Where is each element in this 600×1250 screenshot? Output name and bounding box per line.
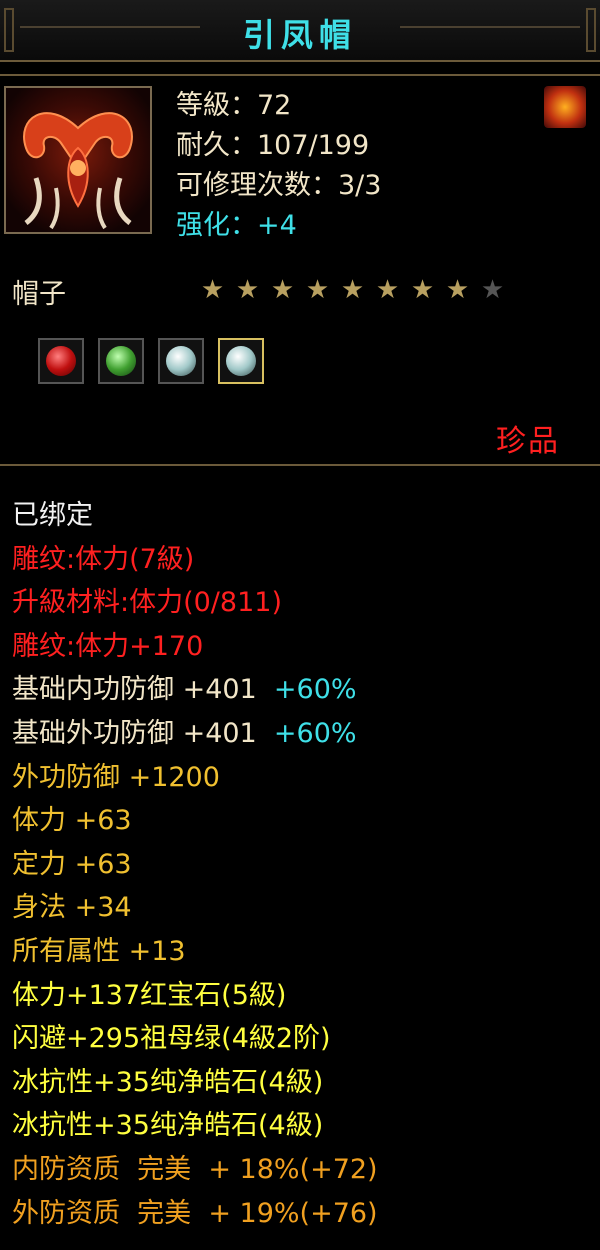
star-icon: ★ [305,275,330,305]
star-icon: ★ [340,275,365,305]
gem-slots [38,338,264,384]
star-icon: ★ [200,275,225,305]
attribute-text: 闪避+295祖母绿(4級2阶) [12,1023,331,1055]
title-bar-line-right [400,26,580,28]
item-enhance: 强化：+4 [176,210,297,241]
star-icon: ★ [410,275,435,305]
item-type: 帽子 [12,279,66,310]
attribute-text: 外防资质 完美 + 19%(+76) [12,1197,378,1229]
attribute-bonus: +60% [256,717,357,749]
attribute-text: 体力 +63 [12,805,132,837]
item-durability: 耐久：107/199 [176,130,370,161]
attribute-line: 已绑定 [12,494,378,538]
attribute-line: 身法 +34 [12,886,378,930]
item-stats: 等級：72 耐久：107/199 可修理次数：3/3 强化：+4 [176,86,381,246]
gem-slot[interactable] [38,338,84,384]
star-icon: ★ [445,275,470,305]
phoenix-hat-icon [23,112,133,230]
attribute-text: 已绑定 [12,500,93,531]
emerald-gem-icon [106,346,136,376]
item-icon-frame [4,86,152,234]
item-repair-count: 可修理次数：3/3 [176,170,382,201]
title-bar: 引凤帽 [0,0,600,62]
attribute-line: 体力+137红宝石(5級) [12,974,378,1018]
diamond-gem-icon [226,346,256,376]
attribute-line: 所有属性 +13 [12,930,378,974]
star-icon: ★ [480,275,505,305]
attribute-line: 冰抗性+35纯净皓石(4級) [12,1104,378,1148]
gem-slot[interactable] [158,338,204,384]
diamond-gem-icon [166,346,196,376]
attribute-text: 身法 +34 [12,892,132,924]
attribute-line: 基础外功防御 +401 +60% [12,712,378,756]
attribute-text: 所有属性 +13 [12,935,186,967]
fire-emblem-icon [544,86,586,128]
title-bar-ornament-right [586,8,596,52]
attribute-line: 雕纹:体力(7級) [12,538,378,582]
attribute-line: 闪避+295祖母绿(4級2阶) [12,1017,378,1061]
star-icon: ★ [270,275,295,305]
attribute-text: 定力 +63 [12,848,132,880]
attribute-text: 基础外功防御 +401 [12,717,257,749]
item-tooltip: 引凤帽 等級：72 耐久：107/199 可修理次数：3/3 强化：+4 帽子 … [0,0,600,1250]
attribute-text: 升級材料:体力(0/811) [12,587,282,619]
star-icon: ★ [375,275,400,305]
attribute-line: 定力 +63 [12,843,378,887]
gem-slot[interactable] [218,338,264,384]
star-rating: ★ ★ ★ ★ ★ ★ ★ ★ ★ [198,276,507,304]
item-header: 等級：72 耐久：107/199 可修理次数：3/3 强化：+4 帽子 ★ ★ ★ ★… [0,74,600,466]
attribute-text: 雕纹:体力(7級) [12,543,195,575]
attribute-text: 基础内功防御 +401 [12,674,257,706]
attribute-line: 冰抗性+35纯净皓石(4級) [12,1061,378,1105]
attribute-text: 外功防御 +1200 [12,761,220,793]
attribute-bonus: +60% [256,674,357,706]
attribute-line: 体力 +63 [12,799,378,843]
item-name: 引凤帽 [242,16,357,54]
gem-slot[interactable] [98,338,144,384]
star-icon: ★ [235,275,260,305]
attribute-text: 内防资质 完美 + 18%(+72) [12,1153,378,1185]
attribute-text: 冰抗性+35纯净皓石(4級) [12,1066,324,1098]
attribute-line: 升級材料:体力(0/811) [12,581,378,625]
attribute-line: 雕纹:体力+170 [12,625,378,669]
attribute-text: 冰抗性+35纯净皓石(4級) [12,1110,324,1142]
attribute-line: 内防资质 完美 + 18%(+72) [12,1148,378,1192]
attribute-line: 外功防御 +1200 [12,756,378,800]
attribute-text: 体力+137红宝石(5級) [12,979,287,1011]
attribute-list: 已绑定雕纹:体力(7級) 升級材料:体力(0/811) 雕纹:体力+170 基础内功防… [12,494,378,1235]
attribute-line: 外防资质 完美 + 19%(+76) [12,1192,378,1236]
attribute-text: 雕纹:体力+170 [12,630,204,662]
rarity-label: 珍品 [496,424,560,459]
ruby-gem-icon [46,346,76,376]
item-level: 等級：72 [176,90,292,121]
attribute-line: 基础内功防御 +401 +60% [12,668,378,712]
